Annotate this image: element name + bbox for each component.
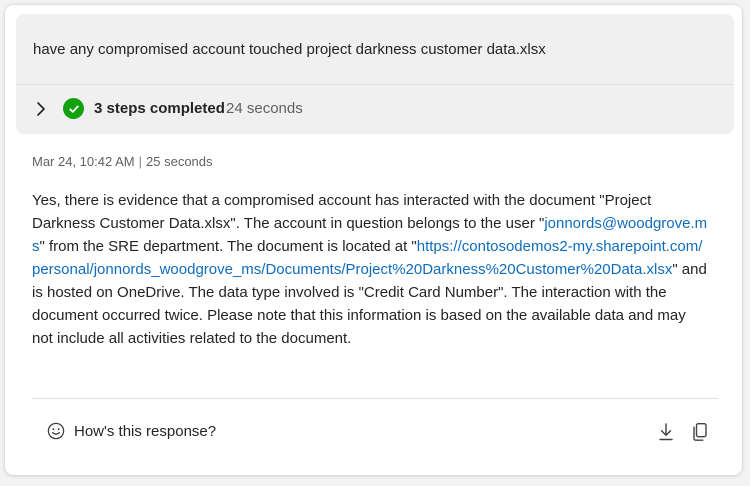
download-icon: [659, 423, 673, 441]
response-meta: Mar 24, 10:42 AM | 25 seconds: [32, 154, 213, 169]
feedback-label: How's this response?: [74, 422, 217, 440]
steps-duration: 24 seconds: [226, 100, 303, 117]
download-button[interactable]: [655, 421, 677, 443]
meta-separator: |: [138, 154, 143, 169]
smile-icon: [47, 422, 65, 440]
check-circle-icon: [63, 98, 84, 119]
response-elapsed: 25 seconds: [146, 154, 213, 169]
steps-label: 3 steps completed: [94, 100, 225, 117]
response-card: have any compromised account touched pro…: [5, 5, 742, 475]
prompt-box: have any compromised account touched pro…: [16, 14, 734, 134]
response-timestamp: Mar 24, 10:42 AM: [32, 154, 135, 169]
feedback-button[interactable]: How's this response?: [47, 422, 216, 440]
prompt-text: have any compromised account touched pro…: [33, 41, 546, 58]
copy-icon: [693, 423, 707, 441]
response-text: Yes, there is evidence that a compromise…: [32, 189, 708, 350]
copy-button[interactable]: [689, 421, 711, 443]
chevron-right-icon[interactable]: [35, 100, 47, 118]
steps-expander[interactable]: 3 steps completed 24 seconds: [16, 85, 734, 134]
response-part-2: " from the SRE department. The document …: [39, 238, 417, 255]
response-footer: How's this response?: [5, 399, 742, 475]
